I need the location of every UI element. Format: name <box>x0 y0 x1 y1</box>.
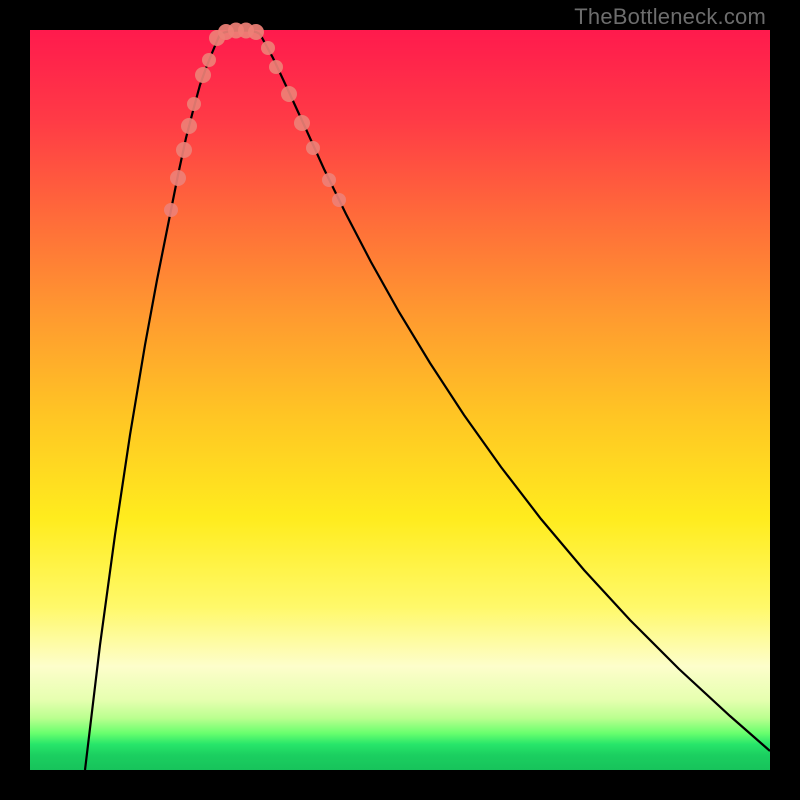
data-marker <box>248 24 264 40</box>
curve-left-branch <box>85 34 220 770</box>
data-marker <box>176 142 192 158</box>
curve-right-branch <box>260 34 770 751</box>
data-marker <box>170 170 186 186</box>
data-marker <box>164 203 178 217</box>
data-marker <box>322 173 336 187</box>
data-marker <box>269 60 283 74</box>
data-marker <box>202 53 216 67</box>
data-marker <box>281 86 297 102</box>
data-marker <box>332 193 346 207</box>
data-marker <box>181 118 197 134</box>
watermark-text: TheBottleneck.com <box>574 4 766 30</box>
data-marker <box>195 67 211 83</box>
data-marker <box>306 141 320 155</box>
chart-overlay <box>30 30 770 770</box>
data-marker <box>261 41 275 55</box>
data-marker <box>294 115 310 131</box>
data-marker <box>187 97 201 111</box>
marker-group <box>164 23 346 218</box>
